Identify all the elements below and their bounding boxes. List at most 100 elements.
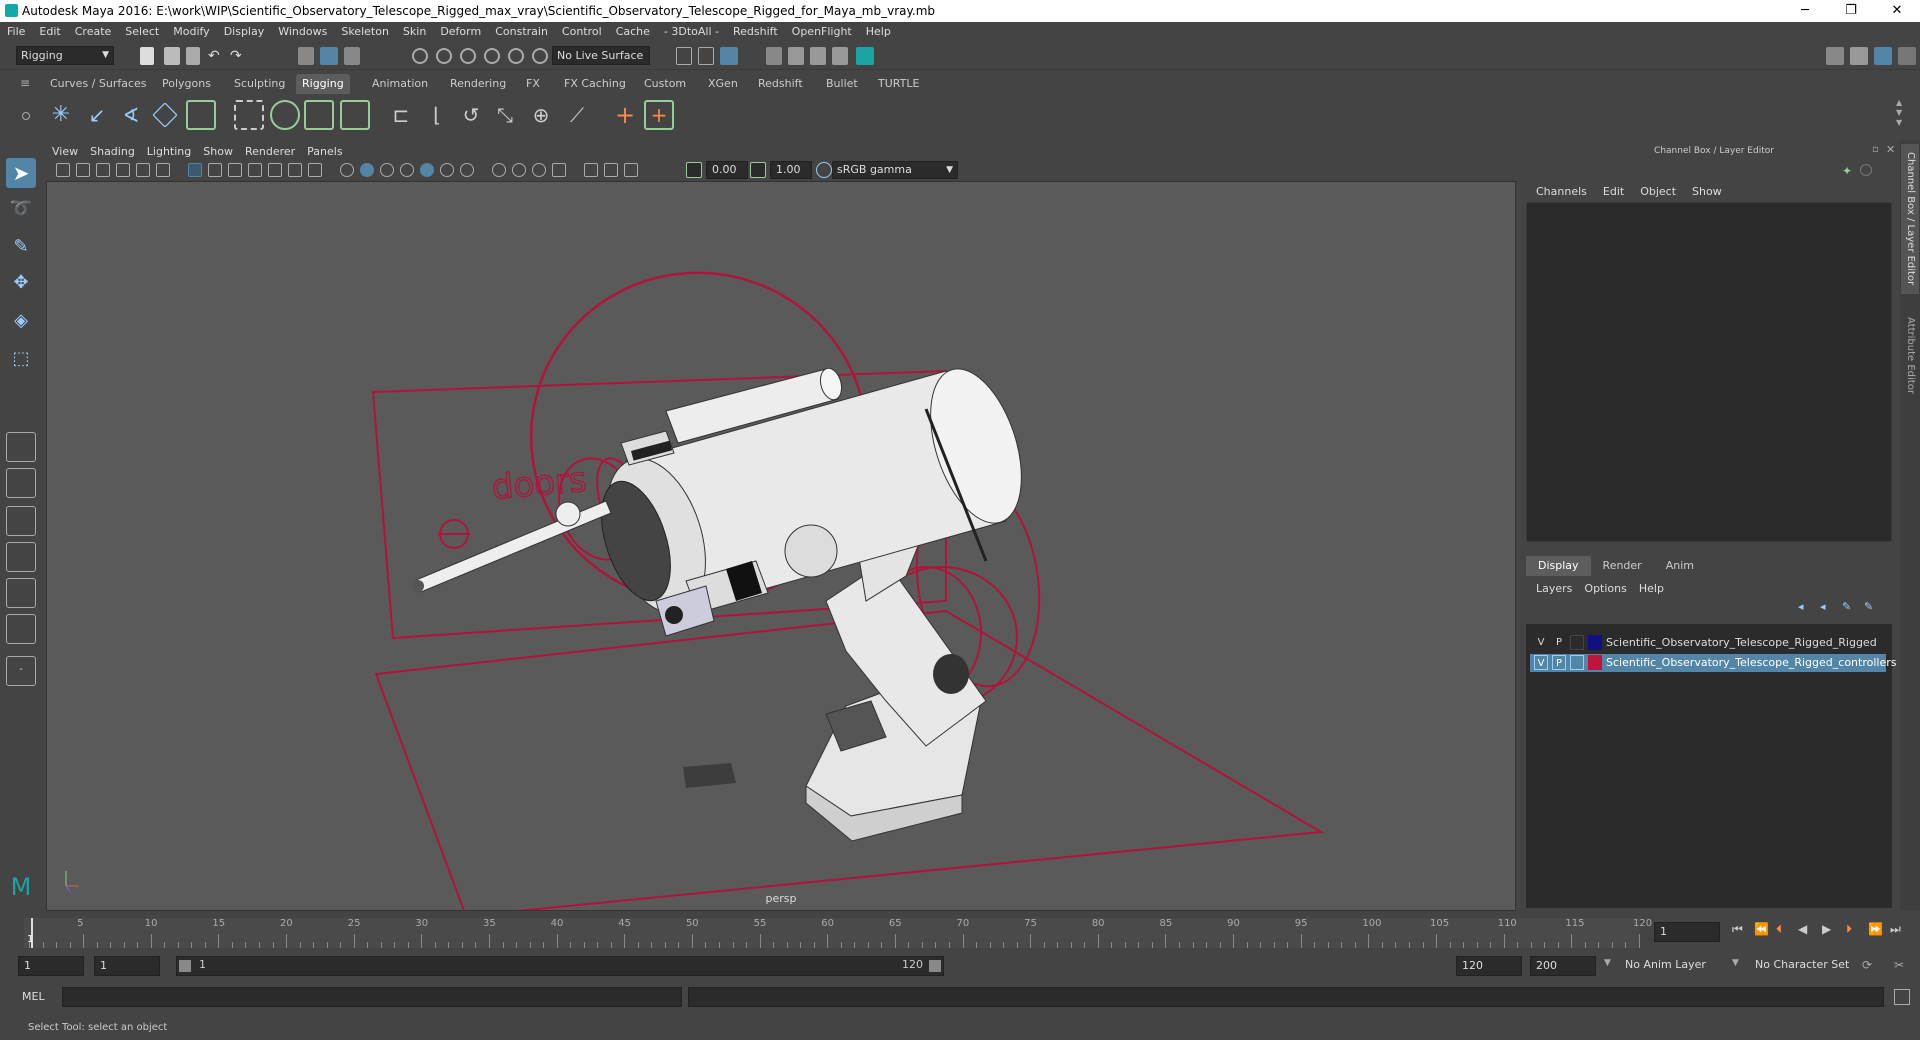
chevron-down-icon[interactable]: ▼ [1604, 958, 1611, 968]
side-tab-channel-box[interactable]: Channel Box / Layer Editor [1901, 144, 1919, 294]
shelf-scroll-icon[interactable]: ▲ ▼ ▼ [1896, 98, 1902, 128]
menu-3dtoall[interactable]: - 3DtoAll - [657, 22, 726, 42]
bind-skin-icon[interactable] [234, 100, 264, 130]
side-tab-attribute-editor[interactable]: Attribute Editor [1901, 300, 1919, 410]
shelf-tab-turtle[interactable]: TURTLE [872, 74, 925, 94]
menu-edit[interactable]: Edit [32, 22, 67, 42]
ik-handle-icon[interactable]: ∢ [116, 100, 146, 130]
shelf-tab-xgen[interactable]: XGen [702, 74, 744, 94]
menu-file[interactable]: File [0, 22, 32, 42]
auto-key-icon[interactable]: ⟳ [1862, 958, 1872, 972]
move-layer-up-icon[interactable]: ◂ [1798, 600, 1804, 613]
hypershade-icon[interactable] [832, 47, 848, 65]
viewport-menu-view[interactable]: View [46, 143, 84, 161]
layer-color-swatch[interactable] [1588, 655, 1602, 670]
lattice-icon[interactable] [304, 100, 334, 130]
menu-constrain[interactable]: Constrain [488, 22, 555, 42]
shadows-icon[interactable] [440, 163, 454, 177]
modeling-toolkit-icon[interactable] [1826, 47, 1844, 65]
channel-edit-menu[interactable]: Edit [1595, 182, 1632, 202]
channel-box-toggle-icon[interactable] [1874, 47, 1892, 65]
minimize-button[interactable]: ─ [1782, 0, 1828, 22]
layer-type-toggle[interactable] [1570, 635, 1584, 650]
menu-deform[interactable]: Deform [433, 22, 488, 42]
animation-end-field[interactable]: 200 [1530, 956, 1596, 976]
xray-icon[interactable] [584, 163, 598, 177]
2d-pan-zoom-icon[interactable] [136, 163, 150, 177]
render-view-icon[interactable] [720, 47, 738, 65]
render-settings-icon[interactable] [810, 47, 826, 65]
shelf-options-icon[interactable] [22, 112, 30, 120]
character-set-dropdown[interactable]: No Character Set [1750, 956, 1868, 976]
grid-toggle-icon[interactable] [188, 163, 202, 177]
field-chart-icon[interactable] [268, 163, 282, 177]
step-forward-key-icon[interactable]: ⏩ [1868, 922, 1883, 936]
channels-menu[interactable]: Channels [1528, 182, 1595, 202]
layer-row[interactable]: V P Scientific_Observatory_Telescope_Rig… [1530, 634, 1886, 652]
shelf-menu-icon[interactable]: ≡ [20, 76, 32, 92]
new-layer-selected-icon[interactable]: ✎ [1864, 600, 1873, 613]
gate-mask-icon[interactable] [248, 163, 262, 177]
render-frame-icon[interactable] [766, 47, 782, 65]
grease-pencil-icon[interactable] [156, 163, 170, 177]
gamma-field[interactable]: 1.00 [770, 161, 812, 179]
layer-options-menu[interactable]: Options [1578, 580, 1632, 598]
go-to-end-icon[interactable]: ⏭ [1890, 922, 1901, 937]
screen-space-ao-icon[interactable] [460, 163, 474, 177]
view-transform-dropdown[interactable]: sRGB gamma ▼ [832, 161, 958, 179]
camera-select-icon[interactable] [56, 163, 70, 177]
history-icon[interactable] [676, 47, 692, 65]
layer-row-selected[interactable]: V P Scientific_Observatory_Telescope_Rig… [1530, 654, 1896, 672]
play-forward-icon[interactable]: ▶ [1822, 922, 1831, 936]
layer-name[interactable]: Scientific_Observatory_Telescope_Rigged_… [1606, 634, 1877, 652]
current-frame-field[interactable]: 1 [1654, 922, 1720, 942]
layer-color-swatch[interactable] [1588, 635, 1602, 650]
layer-help-menu[interactable]: Help [1633, 580, 1670, 598]
time-slider-track[interactable]: 1 5 10 15 20 25 30 35 40 45 50 55 60 65 70 75 80 85 90 95 1… [24, 918, 1652, 948]
go-to-start-icon[interactable]: ⏮ [1732, 922, 1743, 937]
wireframe-on-shaded-icon[interactable] [380, 163, 394, 177]
close-button[interactable]: ✕ [1874, 0, 1920, 22]
multisample-aa-icon[interactable] [512, 163, 526, 177]
step-forward-frame-icon[interactable]: ⏵ [1846, 922, 1852, 937]
new-scene-icon[interactable] [140, 47, 154, 65]
layer-visibility-toggle[interactable]: V [1534, 635, 1548, 650]
ipr-render-icon[interactable] [788, 47, 804, 65]
camera-attributes-icon[interactable] [76, 163, 90, 177]
range-slider-end-handle[interactable] [929, 960, 941, 972]
ik-spline-icon[interactable] [152, 102, 178, 128]
animation-start-field[interactable]: 1 [18, 956, 84, 976]
new-layer-icon[interactable]: ✎ [1842, 600, 1851, 613]
aim-constraint-icon[interactable]: ⊕ [526, 100, 556, 130]
panel-float-icon[interactable]: ▫ [1872, 144, 1879, 155]
menu-select[interactable]: Select [118, 22, 166, 42]
viewport-menu-shading[interactable]: Shading [84, 143, 141, 161]
smooth-bind-icon[interactable] [270, 100, 300, 130]
snap-vertex-icon[interactable] [532, 48, 548, 64]
image-plane-icon[interactable] [116, 163, 130, 177]
move-layer-down-icon[interactable]: ◂ [1820, 600, 1826, 613]
channel-object-menu[interactable]: Object [1632, 182, 1684, 202]
wireframe-icon[interactable] [340, 163, 354, 177]
safe-action-icon[interactable] [288, 163, 302, 177]
xray-components-icon[interactable] [624, 163, 638, 177]
persp-graph-layout-icon[interactable] [6, 542, 36, 572]
scale-tool-icon[interactable]: ⬚ [6, 344, 36, 374]
panel-close-icon[interactable]: ✕ [1886, 143, 1895, 156]
playback-end-field[interactable]: 120 [1456, 956, 1522, 976]
shelf-tab-bullet[interactable]: Bullet [820, 74, 864, 94]
layer-tab-display[interactable]: Display [1526, 556, 1591, 576]
preferences-icon[interactable]: ✂ [1894, 958, 1904, 972]
viewport-menu-renderer[interactable]: Renderer [239, 143, 301, 161]
bookmark-icon[interactable] [96, 163, 110, 177]
single-perspective-layout-icon[interactable] [6, 432, 36, 462]
point-constraint-icon[interactable]: ⌊ [422, 100, 452, 130]
construction-history-icon[interactable] [698, 47, 714, 65]
select-component-icon[interactable] [344, 47, 360, 65]
paint-select-icon[interactable]: ✎ [6, 232, 36, 262]
channel-box-pin-icon[interactable]: ✦ [1842, 164, 1854, 178]
layer-type-toggle[interactable] [1570, 655, 1584, 670]
channel-show-menu[interactable]: Show [1684, 182, 1730, 202]
snap-curve-icon[interactable] [436, 48, 452, 64]
attribute-editor-icon[interactable] [1850, 47, 1868, 65]
